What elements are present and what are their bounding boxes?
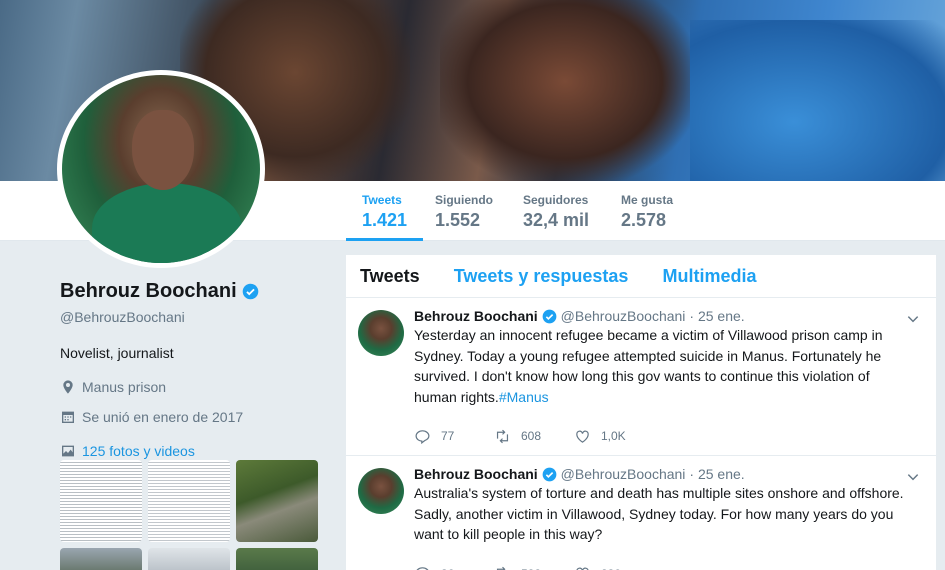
tweet-body: Australia's system of torture and death … <box>414 485 904 542</box>
reply-button[interactable]: 36 <box>414 565 494 570</box>
retweet-count: 608 <box>521 429 542 443</box>
tweet-header: Behrouz Boochani @BehrouzBoochani · 25 e… <box>414 466 922 482</box>
banner-photo-detail <box>440 0 690 181</box>
profile-card: Behrouz Boochani @BehrouzBoochani Noveli… <box>60 280 330 459</box>
location-pin-icon <box>63 380 73 394</box>
stat-value: 32,4 mil <box>523 210 590 230</box>
reply-icon <box>416 567 429 570</box>
tweet-body: Yesterday an innocent refugee became a v… <box>414 327 883 405</box>
profile-name[interactable]: Behrouz Boochani <box>60 280 237 303</box>
tweet-date[interactable]: · 25 ene. <box>689 466 744 482</box>
media-thumbnail[interactable] <box>236 460 318 542</box>
tweet-author-handle[interactable]: @BehrouzBoochani <box>561 466 686 482</box>
stat-followers[interactable]: Seguidores 32,4 mil <box>523 193 589 241</box>
media-thumbnail[interactable] <box>148 548 230 570</box>
verified-badge-icon <box>542 309 557 323</box>
location-text: Manus prison <box>82 379 167 395</box>
photos-videos-link[interactable]: 125 fotos y videos <box>60 443 330 459</box>
stat-following[interactable]: Siguiendo 1.552 <box>435 193 493 241</box>
reply-count: 36 <box>441 567 454 570</box>
retweet-count: 522 <box>521 567 541 570</box>
profile-joined: Se unió en enero de 2017 <box>60 409 330 425</box>
tab-media[interactable]: Multimedia <box>662 266 756 287</box>
chevron-down-icon[interactable] <box>906 312 920 326</box>
stat-value: 1.421 <box>362 210 408 230</box>
stat-label: Seguidores <box>523 193 589 207</box>
media-thumbnail[interactable] <box>236 548 318 570</box>
like-count: 830 <box>601 567 621 570</box>
profile-name-row: Behrouz Boochani <box>60 280 330 303</box>
tab-tweets-replies[interactable]: Tweets y respuestas <box>454 266 629 287</box>
tweet-avatar[interactable] <box>358 310 404 356</box>
like-button[interactable]: 830 <box>574 565 654 570</box>
tweet[interactable]: Behrouz Boochani @BehrouzBoochani · 25 e… <box>346 298 936 456</box>
profile-location: Manus prison <box>60 379 330 395</box>
tweet-avatar[interactable] <box>358 468 404 514</box>
like-icon <box>576 567 589 570</box>
like-count: 1,0K <box>601 429 626 443</box>
tweet-actions: 36 522 830 <box>414 555 922 570</box>
media-thumbnails <box>60 460 318 570</box>
retweet-icon <box>496 429 509 443</box>
media-thumbnail[interactable] <box>60 460 142 542</box>
tweet[interactable]: Behrouz Boochani @BehrouzBoochani · 25 e… <box>346 456 936 570</box>
photos-videos-label[interactable]: 125 fotos y videos <box>82 443 195 459</box>
stat-label: Siguiendo <box>435 193 493 207</box>
retweet-button[interactable]: 522 <box>494 565 574 570</box>
media-thumbnail[interactable] <box>148 460 230 542</box>
reply-count: 77 <box>441 429 455 443</box>
tweet-header: Behrouz Boochani @BehrouzBoochani · 25 e… <box>414 308 922 324</box>
chevron-down-icon[interactable] <box>906 470 920 484</box>
profile-handle[interactable]: @BehrouzBoochani <box>60 309 330 325</box>
tweet-actions: 77 608 1,0K <box>414 417 922 455</box>
tweet-date[interactable]: · 25 ene. <box>689 308 744 324</box>
stat-label: Me gusta <box>621 193 674 207</box>
tweet-author-name[interactable]: Behrouz Boochani <box>414 308 538 324</box>
like-icon <box>576 430 589 443</box>
stat-value: 1.552 <box>435 210 481 230</box>
profile-bio: Novelist, journalist <box>60 345 174 361</box>
retweet-icon <box>496 566 506 570</box>
stat-label: Tweets <box>362 193 402 207</box>
photo-icon <box>62 445 74 457</box>
tweet-text: Australia's system of torture and death … <box>414 483 904 545</box>
banner-photo-detail <box>690 20 945 181</box>
like-button[interactable]: 1,0K <box>574 428 654 445</box>
tweet-author-handle[interactable]: @BehrouzBoochani <box>561 308 686 324</box>
avatar-detail <box>92 183 242 263</box>
avatar-detail <box>132 110 194 190</box>
stat-likes[interactable]: Me gusta 2.578 <box>621 193 673 241</box>
hashtag-link[interactable]: #Manus <box>499 389 549 405</box>
timeline-tabs: Tweets Tweets y respuestas Multimedia <box>346 255 936 298</box>
stat-value: 2.578 <box>621 210 667 230</box>
retweet-button[interactable]: 608 <box>494 428 574 445</box>
media-thumbnail[interactable] <box>60 548 142 570</box>
calendar-icon <box>62 411 74 423</box>
tweet-text: Yesterday an innocent refugee became a v… <box>414 325 904 407</box>
joined-text: Se unió en enero de 2017 <box>82 409 244 425</box>
profile-avatar[interactable] <box>57 70 265 268</box>
tab-tweets[interactable]: Tweets <box>360 266 420 287</box>
timeline: Tweets Tweets y respuestas Multimedia Be… <box>346 255 936 570</box>
stat-tweets[interactable]: Tweets 1.421 <box>346 193 424 241</box>
reply-icon <box>415 429 430 444</box>
reply-button[interactable]: 77 <box>414 428 494 445</box>
verified-badge-icon <box>242 283 258 300</box>
verified-badge-icon <box>542 467 557 481</box>
tweet-author-name[interactable]: Behrouz Boochani <box>414 466 538 482</box>
